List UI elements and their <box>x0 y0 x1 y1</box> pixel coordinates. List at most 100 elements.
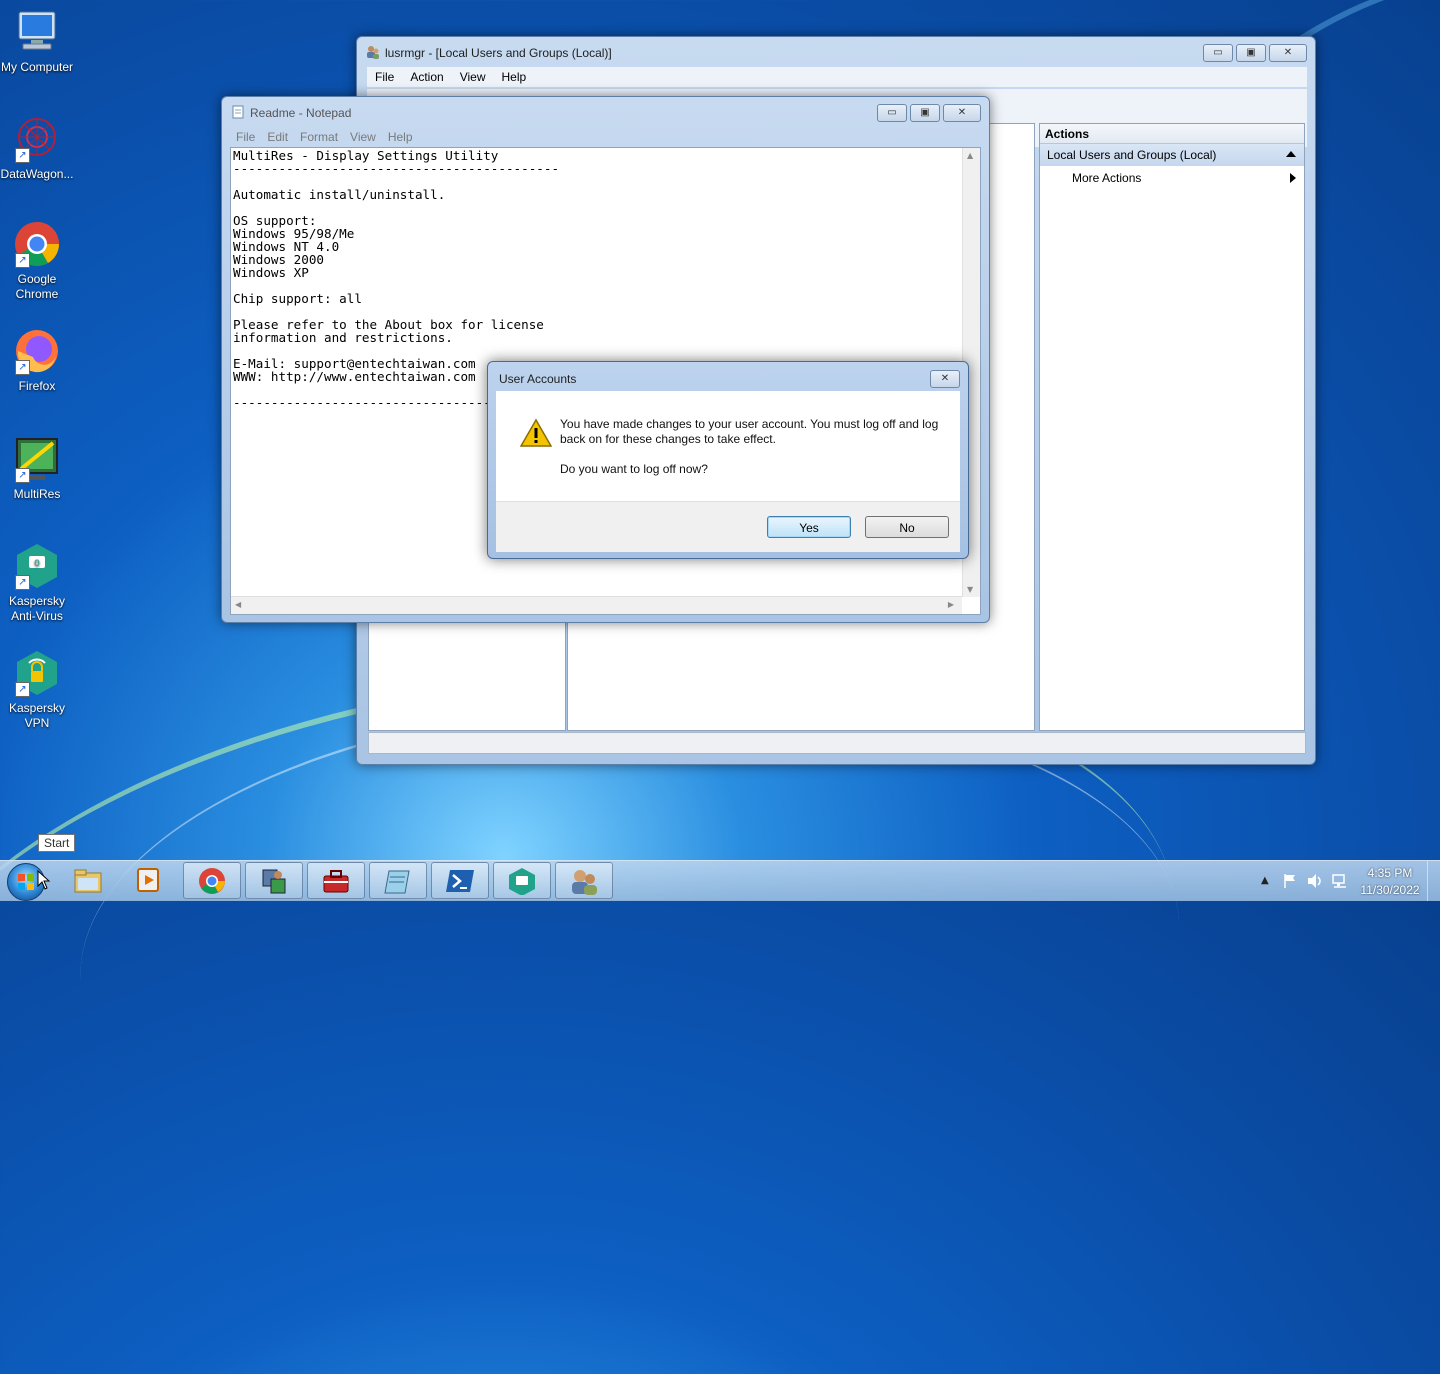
start-tooltip: Start <box>38 834 76 852</box>
notepad-icon <box>231 105 245 119</box>
actions-header: Actions <box>1040 124 1304 144</box>
yes-button[interactable]: Yes <box>767 516 851 538</box>
computer-management-icon <box>262 869 286 894</box>
collapse-up-icon <box>1286 151 1296 157</box>
maximize-button[interactable]: ▣ <box>1236 44 1266 62</box>
scroll-up-icon[interactable]: ▲ <box>967 151 973 160</box>
dialog-titlebar[interactable]: User Accounts ✕ <box>488 362 968 390</box>
menu-file[interactable]: File <box>230 127 261 147</box>
desktop-icon-label: Firefox <box>18 379 56 393</box>
kaspersky-vpn-icon: ↗ <box>13 649 61 697</box>
users-icon <box>366 45 380 59</box>
menu-format[interactable]: Format <box>294 127 344 147</box>
chrome-icon <box>199 868 225 894</box>
desktop-icon-label: Kaspersky Anti-Virus <box>8 594 66 623</box>
taskbar-user-accounts[interactable] <box>555 862 613 899</box>
clock-time: 4:35 PM <box>1367 866 1413 880</box>
scroll-down-icon[interactable]: ▼ <box>967 585 973 594</box>
taskbar-powershell[interactable] <box>431 862 489 899</box>
mouse-cursor-icon <box>37 869 51 893</box>
close-button[interactable]: ✕ <box>1269 44 1307 62</box>
notepad-titlebar[interactable]: Readme - Notepad ▭ ▣ ✕ <box>222 97 989 125</box>
no-button[interactable]: No <box>865 516 949 538</box>
shortcut-arrow-icon: ↗ <box>15 682 30 697</box>
desktop-icon-label: Google Chrome <box>15 272 59 301</box>
more-actions-label: More Actions <box>1072 171 1142 185</box>
taskbar: ▲ 4:35 PM 11/30/2022 <box>0 860 1440 901</box>
kaspersky-icon <box>509 868 535 895</box>
desktop-icon-my-computer[interactable]: My Computer <box>0 8 74 75</box>
horizontal-scrollbar[interactable]: ◀ ▶ <box>231 596 962 614</box>
desktop-icon-multires[interactable]: ↗ MultiRes <box>0 435 74 502</box>
kaspersky-antivirus-icon: 0 ↗ <box>13 542 61 590</box>
menu-file[interactable]: File <box>367 67 402 87</box>
desktop-icon-datawagon[interactable]: ↗ DataWagon... <box>0 115 74 182</box>
taskbar-lusrmgr[interactable] <box>245 862 303 899</box>
window-title: lusrmgr - [Local Users and Groups (Local… <box>385 46 612 60</box>
scroll-right-icon[interactable]: ▶ <box>948 600 954 609</box>
close-button[interactable]: ✕ <box>930 370 960 388</box>
taskbar-media-player[interactable] <box>120 862 178 899</box>
lusrmgr-menubar: File Action View Help <box>367 67 1307 87</box>
actions-group-label: Local Users and Groups (Local) <box>1047 148 1217 162</box>
status-bar <box>368 732 1306 754</box>
dialog-title: User Accounts <box>499 372 577 386</box>
network-icon[interactable] <box>1331 872 1349 893</box>
menu-view[interactable]: View <box>452 67 494 87</box>
actions-group-local-users[interactable]: Local Users and Groups (Local) <box>1040 144 1304 166</box>
desktop-icon-kaspersky-antivirus[interactable]: 0 ↗ Kaspersky Anti-Virus <box>0 542 74 624</box>
chrome-icon: ↗ <box>13 220 61 268</box>
window-title: Readme - Notepad <box>250 106 352 120</box>
datawagon-icon: ↗ <box>13 115 61 163</box>
taskbar-chrome[interactable] <box>183 862 241 899</box>
notepad-menubar: File Edit Format View Help <box>230 127 419 147</box>
dialog-footer: Yes No <box>496 501 960 552</box>
shortcut-arrow-icon: ↗ <box>15 468 30 483</box>
menu-view[interactable]: View <box>344 127 382 147</box>
shortcut-arrow-icon: ↗ <box>15 575 30 590</box>
shortcut-arrow-icon: ↗ <box>15 253 30 268</box>
system-clock[interactable]: 4:35 PM 11/30/2022 <box>1352 865 1428 899</box>
taskbar-notepad[interactable] <box>369 862 427 899</box>
powershell-icon <box>446 870 474 892</box>
user-accounts-dialog[interactable]: User Accounts ✕ You have made changes to… <box>487 361 969 559</box>
menu-help[interactable]: Help <box>494 67 535 87</box>
desktop-icon-google-chrome[interactable]: ↗ Google Chrome <box>0 220 74 302</box>
toolbox-icon <box>323 870 349 893</box>
show-hidden-icons-icon[interactable]: ▲ <box>1261 875 1269 886</box>
desktop-icon-kaspersky-vpn[interactable]: ↗ Kaspersky VPN <box>0 649 74 731</box>
menu-edit[interactable]: Edit <box>261 127 294 147</box>
taskbar-explorer[interactable] <box>60 862 118 899</box>
show-desktop-button[interactable] <box>1427 861 1440 901</box>
more-actions-item[interactable]: More Actions <box>1040 166 1304 188</box>
menu-help[interactable]: Help <box>382 127 419 147</box>
maximize-button[interactable]: ▣ <box>910 104 940 122</box>
minimize-button[interactable]: ▭ <box>1203 44 1233 62</box>
multires-icon: ↗ <box>13 435 61 483</box>
actions-pane: Actions Local Users and Groups (Local) M… <box>1039 123 1305 731</box>
menu-action[interactable]: Action <box>402 67 451 87</box>
action-center-flag-icon[interactable] <box>1283 873 1297 892</box>
close-button[interactable]: ✕ <box>943 104 981 122</box>
desktop-icon-label: Kaspersky VPN <box>8 701 66 730</box>
shortcut-arrow-icon: ↗ <box>15 360 30 375</box>
taskbar-toolbox[interactable] <box>307 862 365 899</box>
user-accounts-icon <box>572 870 597 895</box>
shortcut-arrow-icon: ↗ <box>15 148 30 163</box>
svg-text:0: 0 <box>34 559 40 569</box>
scroll-left-icon[interactable]: ◀ <box>235 600 241 609</box>
lusrmgr-titlebar[interactable]: lusrmgr - [Local Users and Groups (Local… <box>357 37 1315 65</box>
notepad-icon <box>384 870 410 894</box>
desktop-icon-label: DataWagon... <box>0 167 74 181</box>
taskbar-kaspersky[interactable] <box>493 862 551 899</box>
firefox-icon: ↗ <box>13 327 61 375</box>
minimize-button[interactable]: ▭ <box>877 104 907 122</box>
computer-icon <box>13 8 61 56</box>
warning-icon <box>519 418 553 451</box>
volume-icon[interactable] <box>1306 873 1324 892</box>
submenu-arrow-icon <box>1290 173 1296 183</box>
desktop-icon-label: MultiRes <box>13 487 61 501</box>
dialog-body: You have made changes to your user accou… <box>496 391 960 501</box>
desktop-icon-firefox[interactable]: ↗ Firefox <box>0 327 74 394</box>
clock-date: 11/30/2022 <box>1360 883 1420 897</box>
